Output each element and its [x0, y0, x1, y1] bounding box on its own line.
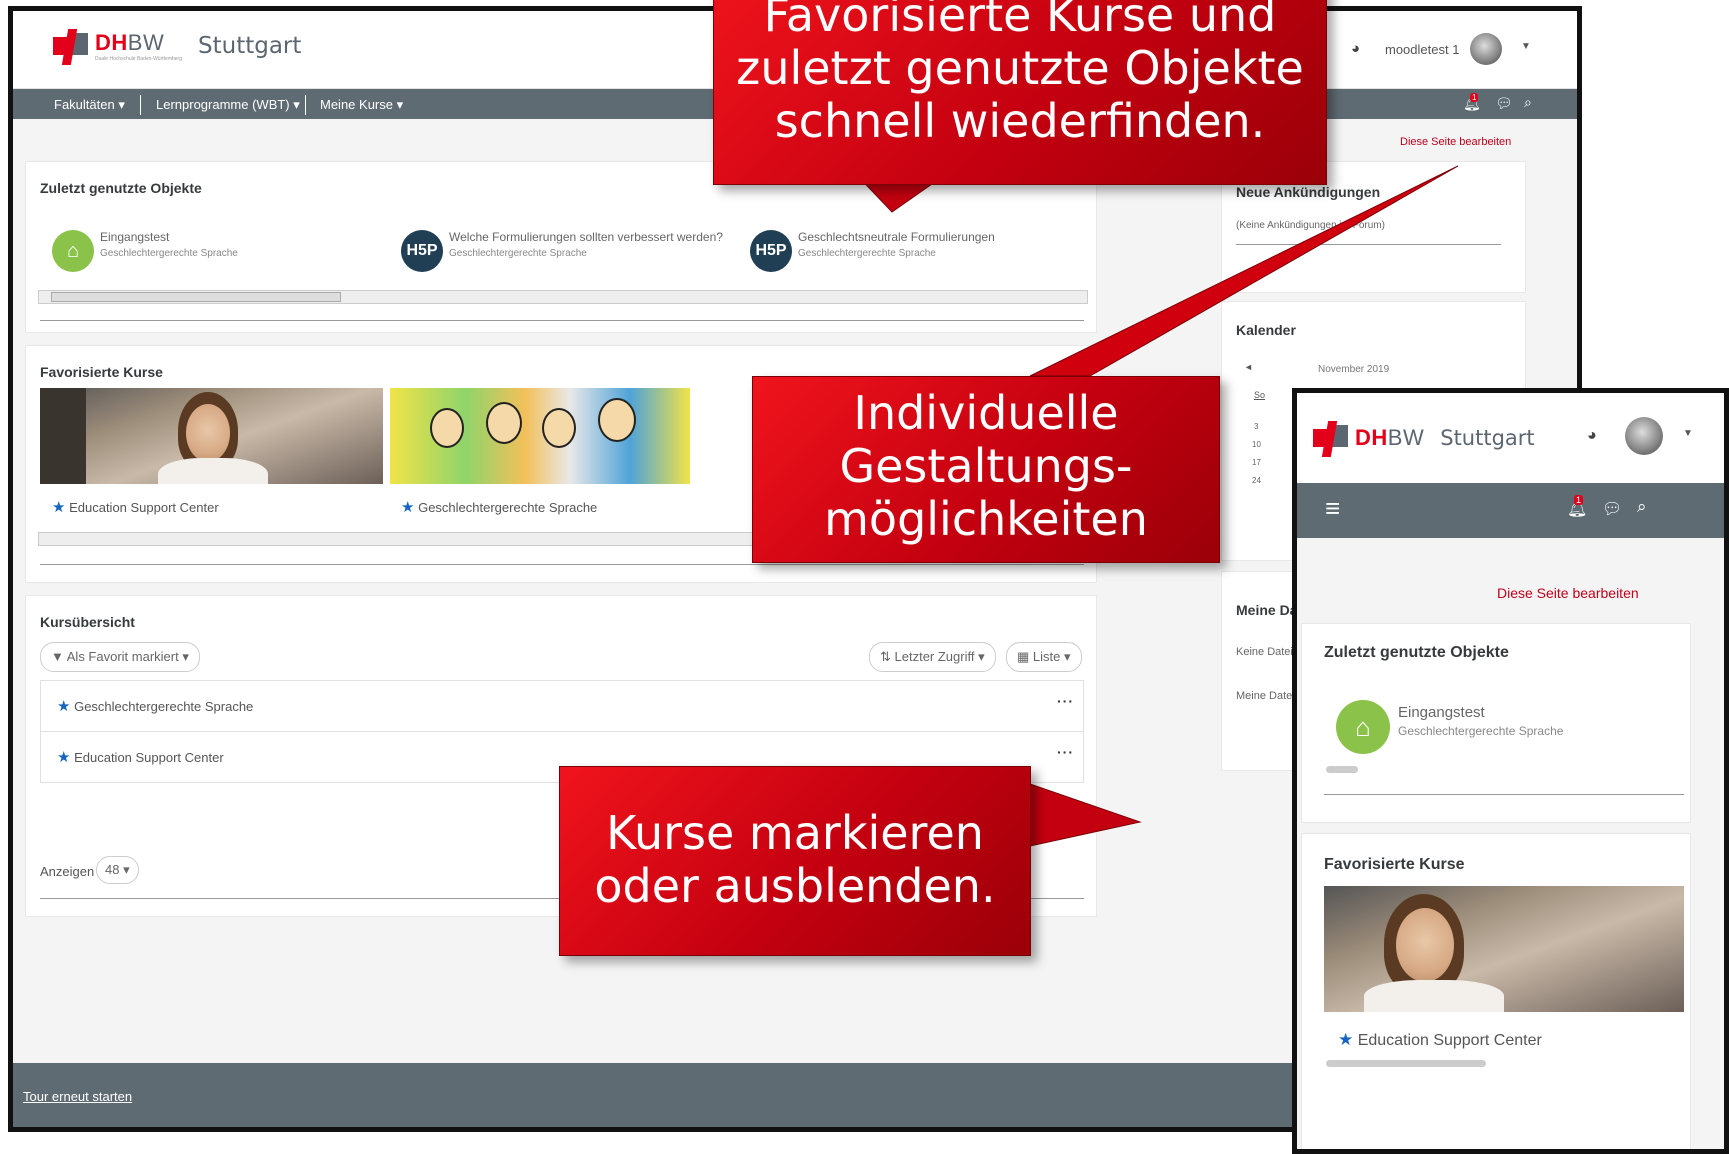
- callout-bottom: Kurse markieren oder ausblenden.: [559, 766, 1031, 956]
- callout-middle: Individuelle Gestaltungs-möglichkeiten: [752, 376, 1220, 563]
- callout-top: Favorisierte Kurse und zuletzt genutzte …: [713, 0, 1327, 185]
